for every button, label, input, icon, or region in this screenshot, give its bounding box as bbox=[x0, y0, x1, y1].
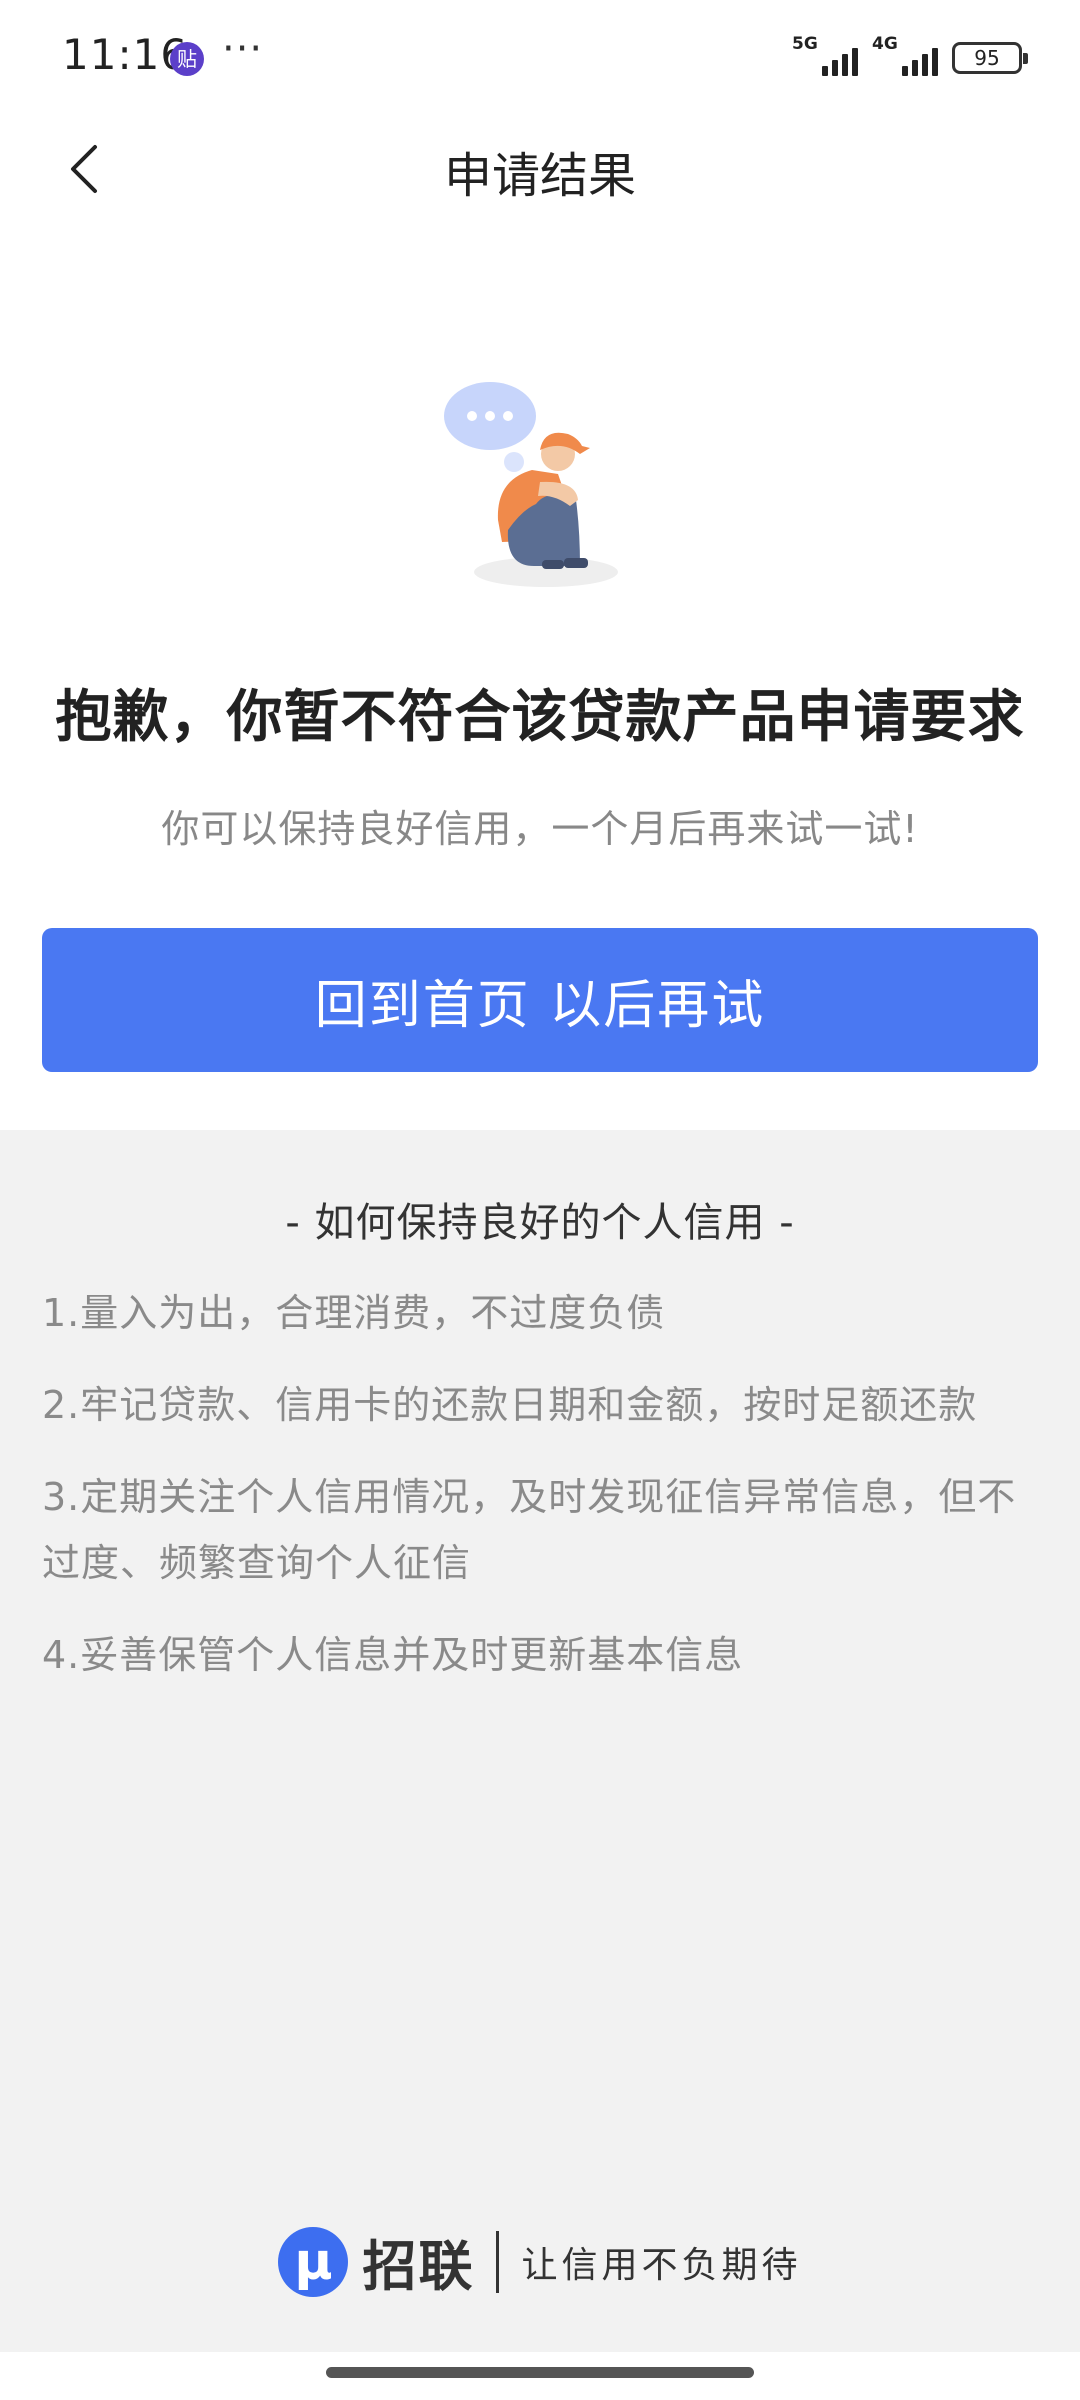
notification-app-icon: 贴 bbox=[170, 42, 204, 76]
brand-name: 招联 bbox=[362, 2235, 475, 2298]
back-to-home-button[interactable]: 回到首页 以后再试 bbox=[42, 928, 1038, 1072]
status-indicators: 5G 4G 95 bbox=[792, 34, 1028, 80]
signal-5g-icon: 5G bbox=[792, 34, 858, 80]
list-item: 3.定期关注个人信用情况，及时发现征信异常信息，但不过度、频繁查询个人征信 bbox=[42, 1475, 1017, 1585]
credit-tips-panel: - 如何保持良好的个人信用 - 1.量入为出，合理消费，不过度负债 2.牢记贷款… bbox=[0, 1130, 1080, 2352]
brand-divider bbox=[496, 2230, 500, 2293]
brand-logo-icon: μ bbox=[278, 2226, 349, 2297]
nav-bar: 申请结果 bbox=[0, 118, 1080, 218]
result-title: 抱歉，你暂不符合该贷款产品申请要求 bbox=[55, 685, 1025, 750]
page-title: 申请结果 bbox=[443, 148, 636, 204]
network-type-label: 4G bbox=[872, 34, 898, 54]
signal-4g-icon: 4G bbox=[872, 34, 938, 80]
tips-heading: - 如何保持良好的个人信用 - bbox=[285, 1200, 795, 1246]
tips-list: 1.量入为出，合理消费，不过度负债 2.牢记贷款、信用卡的还款日期和金额，按时足… bbox=[42, 1280, 1022, 1714]
status-bar: 11:16 贴 ··· 5G 4G 95 bbox=[0, 0, 1080, 118]
brand-slogan: 让信用不负期待 bbox=[521, 2244, 802, 2286]
more-notifications-icon: ··· bbox=[222, 26, 264, 72]
sad-person-illustration bbox=[444, 382, 618, 587]
list-item: 2.牢记贷款、信用卡的还款日期和金额，按时足额还款 bbox=[42, 1383, 978, 1427]
list-item: 4.妥善保管个人信息并及时更新基本信息 bbox=[42, 1633, 744, 1677]
brand-footer: μ 招联 让信用不负期待 bbox=[0, 2222, 1080, 2301]
battery-icon: 95 bbox=[952, 42, 1028, 74]
result-subtitle: 你可以保持良好信用，一个月后再来试一试! bbox=[161, 807, 919, 851]
list-item: 1.量入为出，合理消费，不过度负债 bbox=[42, 1291, 666, 1335]
status-time: 11:16 bbox=[62, 30, 189, 79]
network-type-label: 5G bbox=[792, 34, 818, 54]
home-indicator[interactable] bbox=[326, 2367, 754, 2378]
